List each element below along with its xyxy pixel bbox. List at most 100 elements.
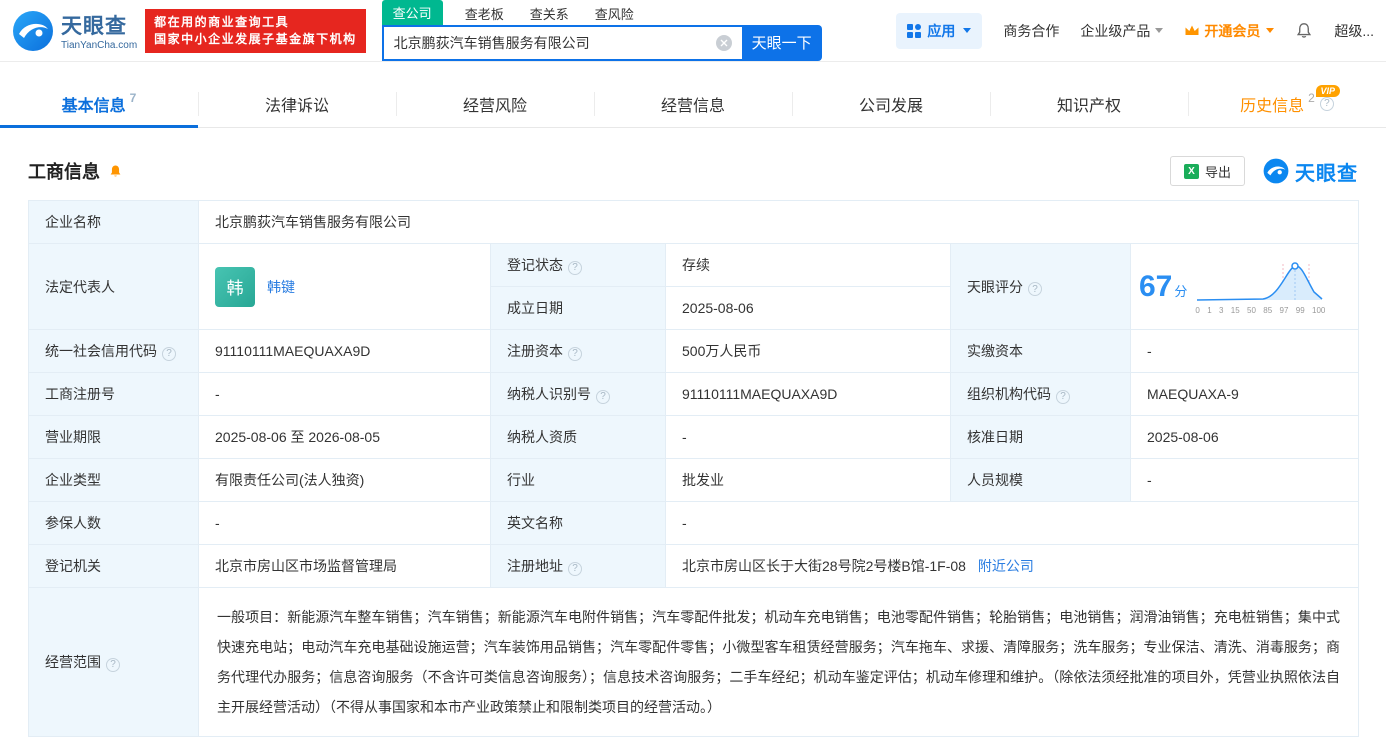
help-icon[interactable]: ? xyxy=(1056,389,1070,404)
tab-label: 法律诉讼 xyxy=(264,97,329,115)
tab-operating-risk[interactable]: 经营风险 xyxy=(396,80,594,127)
score-unit: 分 xyxy=(1174,283,1188,299)
approval-date-value: 2025-08-06 xyxy=(1129,415,1360,459)
membership-label: 开通会员 xyxy=(1204,22,1261,39)
insured-count-label: 参保人数 xyxy=(28,501,199,545)
taxpayer-quality-label: 纳税人资质 xyxy=(490,415,666,459)
field-label: 纳税人识别号 xyxy=(507,386,591,402)
tab-intellectual-property[interactable]: 知识产权 xyxy=(990,80,1188,127)
table-row: 企业类型 有限责任公司(法人独资) 行业 批发业 人员规模 - xyxy=(28,458,1360,502)
export-button[interactable]: X 导出 xyxy=(1169,156,1245,186)
business-term-label: 营业期限 xyxy=(28,415,199,459)
section-title: 工商信息 xyxy=(28,162,100,182)
help-icon[interactable]: ? xyxy=(596,389,610,404)
establish-date-value: 2025-08-06 xyxy=(665,286,951,330)
field-label: 组织机构代码 xyxy=(967,386,1051,402)
enterprise-label: 企业级产品 xyxy=(1080,22,1151,39)
table-row: 工商注册号 - 纳税人识别号? 91110111MAEQUAXA9D 组织机构代… xyxy=(28,372,1360,416)
clear-search-icon[interactable] xyxy=(715,34,732,51)
table-row: 法定代表人 韩 韩键 登记状态? 存续 天眼评分? 67 分 0 1 3 15 … xyxy=(28,243,1360,330)
reg-capital-label: 注册资本? xyxy=(490,329,666,373)
notification-bell-icon[interactable] xyxy=(1295,22,1313,40)
credit-code-label: 统一社会信用代码? xyxy=(28,329,199,373)
legal-rep-label: 法定代表人 xyxy=(28,243,199,330)
industry-label: 行业 xyxy=(490,458,666,502)
open-membership-button[interactable]: 开通会员 xyxy=(1184,21,1275,41)
insured-count-value: - xyxy=(198,501,491,545)
legal-rep-avatar[interactable]: 韩 xyxy=(215,266,255,307)
reg-number-value: - xyxy=(198,372,491,416)
reg-status-label: 登记状态? xyxy=(490,243,666,287)
table-row: 统一社会信用代码? 91110111MAEQUAXA9D 注册资本? 500万人… xyxy=(28,329,1360,373)
company-type-value: 有限责任公司(法人独资) xyxy=(198,458,491,502)
subscribe-bell-icon[interactable] xyxy=(108,164,123,179)
address-text: 北京市房山区长于大街28号院2号楼B馆-1F-08 xyxy=(682,558,966,574)
tab-label: 历史信息 xyxy=(1240,97,1305,115)
score-value: 67 xyxy=(1139,269,1173,303)
score-chart[interactable]: 0 1 3 15 50 85 97 99 100 xyxy=(1195,258,1325,315)
table-row: 营业期限 2025-08-06 至 2026-08-05 纳税人资质 - 核准日… xyxy=(28,415,1360,459)
org-code-value: MAEQUAXA-9 xyxy=(1129,372,1360,416)
reg-authority-value: 北京市房山区市场监督管理局 xyxy=(198,544,491,588)
legal-rep-cell: 韩 韩键 xyxy=(198,243,491,330)
search-tab-relation[interactable]: 查关系 xyxy=(526,2,573,25)
legal-rep-link[interactable]: 韩键 xyxy=(267,277,295,297)
approval-date-label: 核准日期 xyxy=(950,415,1131,459)
paid-capital-label: 实缴资本 xyxy=(950,329,1131,373)
help-icon[interactable]: ? xyxy=(106,657,120,672)
search-tab-risk[interactable]: 查风险 xyxy=(591,2,638,25)
nav-business-cooperation[interactable]: 商务合作 xyxy=(1003,21,1059,41)
help-icon[interactable]: ? xyxy=(162,346,176,361)
tianyancha-logo-icon xyxy=(13,10,53,51)
reg-capital-value: 500万人民币 xyxy=(665,329,951,373)
field-label: 注册资本 xyxy=(507,343,563,359)
field-label: 统一社会信用代码 xyxy=(45,343,157,359)
nav-enterprise-products[interactable]: 企业级产品 xyxy=(1080,21,1164,41)
help-icon[interactable]: ? xyxy=(568,346,582,361)
search-tab-boss[interactable]: 查老板 xyxy=(461,2,508,25)
table-row: 企业名称 北京鹏荻汽车销售服务有限公司 xyxy=(28,200,1360,244)
tab-label: 知识产权 xyxy=(1056,97,1121,115)
nav-super-vip[interactable]: 超级... xyxy=(1334,21,1374,41)
tianyancha-logo[interactable]: 天眼查 TianYanCha.com xyxy=(12,10,137,52)
page-tab-bar: 基本信息 7 法律诉讼 经营风险 经营信息 公司发展 知识产权 历史信息 2 ?… xyxy=(0,80,1386,128)
help-icon[interactable]: ? xyxy=(1028,282,1042,296)
help-icon[interactable]: ? xyxy=(568,561,582,576)
tab-count-badge: 2 xyxy=(1308,90,1315,105)
help-icon[interactable]: ? xyxy=(568,260,582,275)
help-icon[interactable]: ? xyxy=(1319,96,1334,111)
vip-badge: VIP xyxy=(1316,85,1340,97)
taxpayer-id-value: 91110111MAEQUAXA9D xyxy=(665,372,951,416)
search-area: 查公司 查老板 查关系 查风险 天眼一下 xyxy=(381,0,822,61)
tab-legal-proceedings[interactable]: 法律诉讼 xyxy=(198,80,396,127)
tab-company-development[interactable]: 公司发展 xyxy=(792,80,990,127)
score-axis: 0 1 3 15 50 85 97 99 100 xyxy=(1195,306,1326,315)
excel-icon: X xyxy=(1183,163,1199,179)
tab-basic-info[interactable]: 基本信息 7 xyxy=(0,80,198,128)
reg-status-value: 存续 xyxy=(665,243,951,287)
apps-menu-button[interactable]: 应用 xyxy=(896,12,983,49)
tab-label: 公司发展 xyxy=(858,97,923,115)
business-scope-value: 一般项目：新能源汽车整车销售；汽车销售；新能源汽车电附件销售；汽车零配件批发；机… xyxy=(197,587,1360,737)
slogan-line1: 都在用的商业查询工具 xyxy=(154,14,290,29)
company-type-label: 企业类型 xyxy=(28,458,199,502)
reg-address-label: 注册地址? xyxy=(490,544,666,588)
tianyancha-watermark: 天眼查 xyxy=(1263,157,1358,186)
crown-icon xyxy=(1185,25,1199,35)
business-info-table: 企业名称 北京鹏荻汽车销售服务有限公司 法定代表人 韩 韩键 登记状态? 存续 … xyxy=(28,200,1360,737)
reg-number-label: 工商注册号 xyxy=(28,372,199,416)
company-name-label: 企业名称 xyxy=(28,200,199,244)
nearby-companies-link[interactable]: 附近公司 xyxy=(978,558,1034,574)
search-input[interactable] xyxy=(381,24,742,61)
header-nav: 应用 商务合作 企业级产品 开通会员 超级... xyxy=(896,12,1374,49)
section-header: 工商信息 X 导出 天眼查 xyxy=(28,156,1358,186)
search-button[interactable]: 天眼一下 xyxy=(741,24,822,61)
slogan-line2: 国家中小企业发展子基金旗下机构 xyxy=(154,31,357,46)
export-label: 导出 xyxy=(1204,164,1231,180)
tab-history-info[interactable]: 历史信息 2 ? VIP xyxy=(1188,80,1386,127)
tab-operating-info[interactable]: 经营信息 xyxy=(594,80,792,127)
table-row: 参保人数 - 英文名称 - xyxy=(28,501,1360,545)
taxpayer-quality-value: - xyxy=(665,415,951,459)
search-tab-company[interactable]: 查公司 xyxy=(381,0,443,25)
tab-label: 经营信息 xyxy=(660,97,725,115)
